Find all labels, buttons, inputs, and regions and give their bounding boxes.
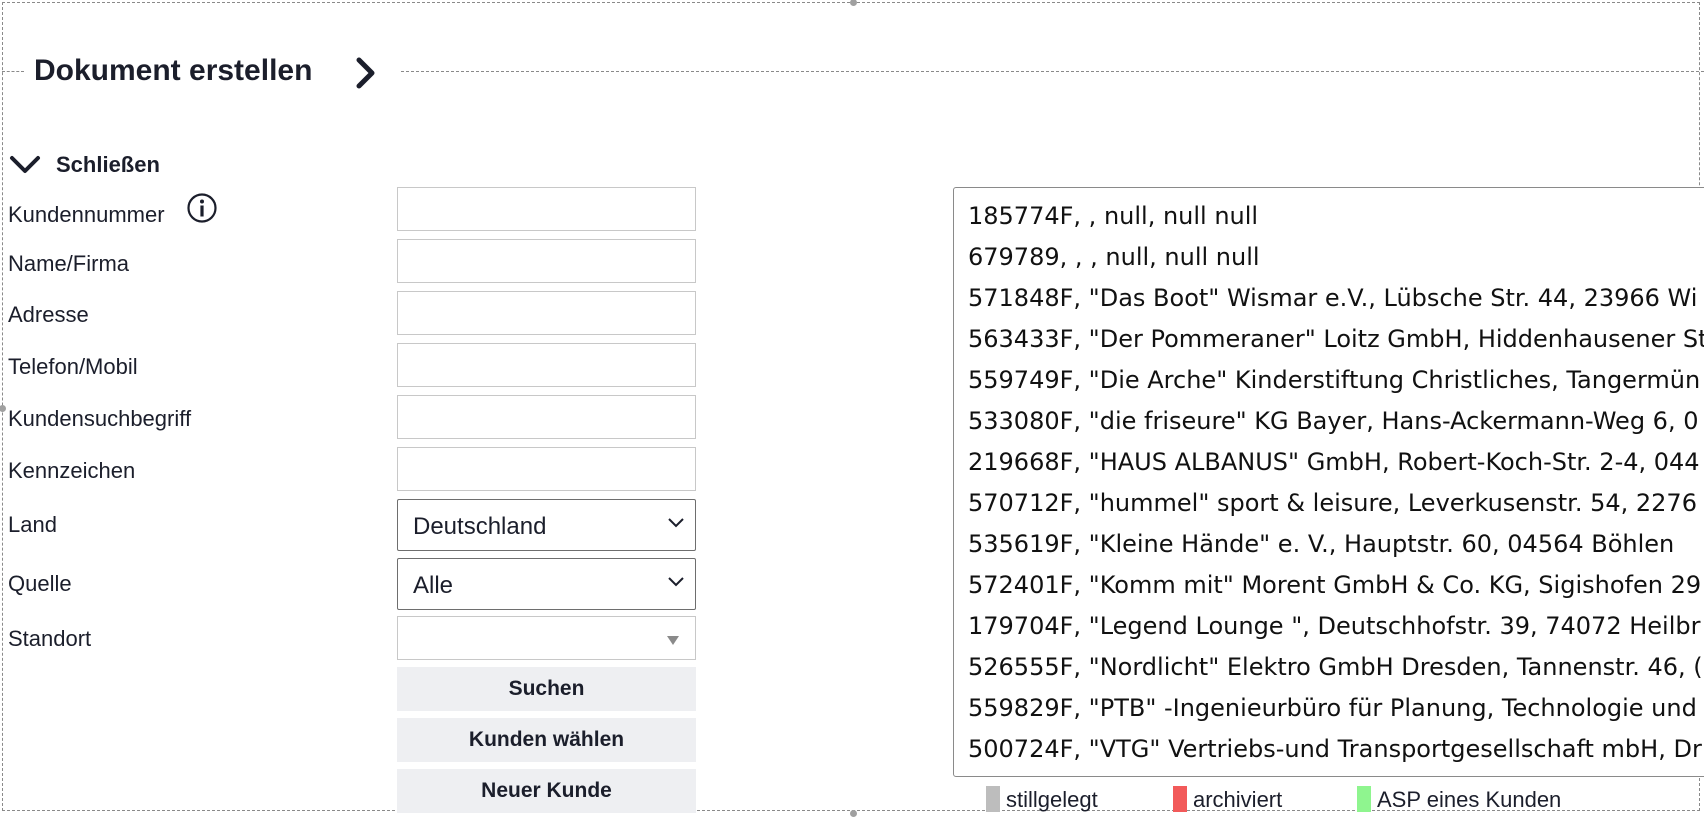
list-item[interactable]: 533080F, "die friseure" KG Bayer, Hans-A…	[968, 401, 1698, 442]
chevron-down-icon	[668, 577, 684, 587]
list-item[interactable]: 570712F, "hummel" sport & leisure, Lever…	[968, 483, 1697, 524]
customer-results-list[interactable]: 185774F, , null, null null 679789, , , n…	[953, 187, 1704, 777]
label-adresse: Adresse	[8, 302, 89, 327]
kundensuchbegriff-input[interactable]	[397, 395, 696, 439]
chevron-right-icon	[356, 57, 375, 89]
legend-label: ASP eines Kunden	[1377, 787, 1562, 812]
quelle-select[interactable]: Alle	[397, 558, 696, 610]
list-item[interactable]: 526555F, "Nordlicht" Elektro GmbH Dresde…	[968, 647, 1703, 688]
chevron-down-icon	[668, 518, 684, 528]
label-name-firma: Name/Firma	[8, 251, 130, 276]
legend-label: archiviert	[1193, 787, 1283, 812]
list-item[interactable]: 679789, , , null, null null	[968, 237, 1260, 278]
label-kennzeichen: Kennzeichen	[8, 458, 136, 483]
label-telefon: Telefon/Mobil	[8, 354, 138, 379]
label-standort: Standort	[8, 626, 92, 651]
list-item[interactable]: 500724F, "VTG" Vertriebs-und Transportge…	[968, 729, 1702, 770]
choose-customer-button[interactable]: Kunden wählen	[397, 718, 696, 762]
legend-label: stillgelegt	[1006, 787, 1098, 812]
legend-swatch	[1173, 786, 1187, 812]
header-divider-right	[401, 71, 1704, 72]
new-customer-button[interactable]: Neuer Kunde	[397, 769, 696, 813]
search-button[interactable]: Suchen	[397, 667, 696, 711]
legend-swatch	[986, 786, 1000, 812]
list-item[interactable]: 179704F, "Legend Lounge ", Deutschhofstr…	[968, 606, 1700, 647]
list-item[interactable]: 572401F, "Komm mit" Morent GmbH & Co. KG…	[968, 565, 1701, 606]
info-icon[interactable]	[186, 192, 218, 224]
dropdown-arrow-icon	[667, 636, 679, 645]
quelle-select-value: Alle	[413, 572, 454, 599]
land-select[interactable]: Deutschland	[397, 499, 696, 551]
list-item[interactable]: 559749F, "Die Arche" Kinderstiftung Chri…	[968, 360, 1700, 401]
label-quelle: Quelle	[8, 571, 72, 596]
list-item[interactable]: 571848F, "Das Boot" Wismar e.V., Lübsche…	[968, 278, 1697, 319]
name-firma-input[interactable]	[397, 239, 696, 283]
adresse-input[interactable]	[397, 291, 696, 335]
collapse-label: Schließen	[56, 152, 160, 177]
kennzeichen-input[interactable]	[397, 447, 696, 491]
chevron-down-icon	[10, 156, 40, 173]
label-land: Land	[8, 512, 57, 537]
header-divider-left	[2, 71, 24, 72]
kundennummer-input[interactable]	[397, 187, 696, 231]
legend-swatch	[1357, 786, 1371, 812]
list-item[interactable]: 563433F, "Der Pommeraner" Loitz GmbH, Hi…	[968, 319, 1704, 360]
list-item[interactable]: 559829F, "PTB" -Ingenieurbüro für Planun…	[968, 688, 1697, 729]
list-item[interactable]: 219668F, "HAUS ALBANUS" GmbH, Robert-Koc…	[968, 442, 1700, 483]
page-header: Dokument erstellen	[0, 44, 1704, 100]
label-kundennummer: Kundennummer	[8, 202, 165, 227]
land-select-value: Deutschland	[413, 513, 547, 540]
standort-select[interactable]	[397, 616, 696, 660]
list-item[interactable]: 185774F, , null, null null	[968, 196, 1258, 237]
page-title: Dokument erstellen	[34, 54, 313, 87]
label-kundensuchbegriff: Kundensuchbegriff	[8, 406, 192, 431]
list-item[interactable]: 535619F, "Kleine Hände" e. V., Hauptstr.…	[968, 524, 1674, 565]
telefon-input[interactable]	[397, 343, 696, 387]
